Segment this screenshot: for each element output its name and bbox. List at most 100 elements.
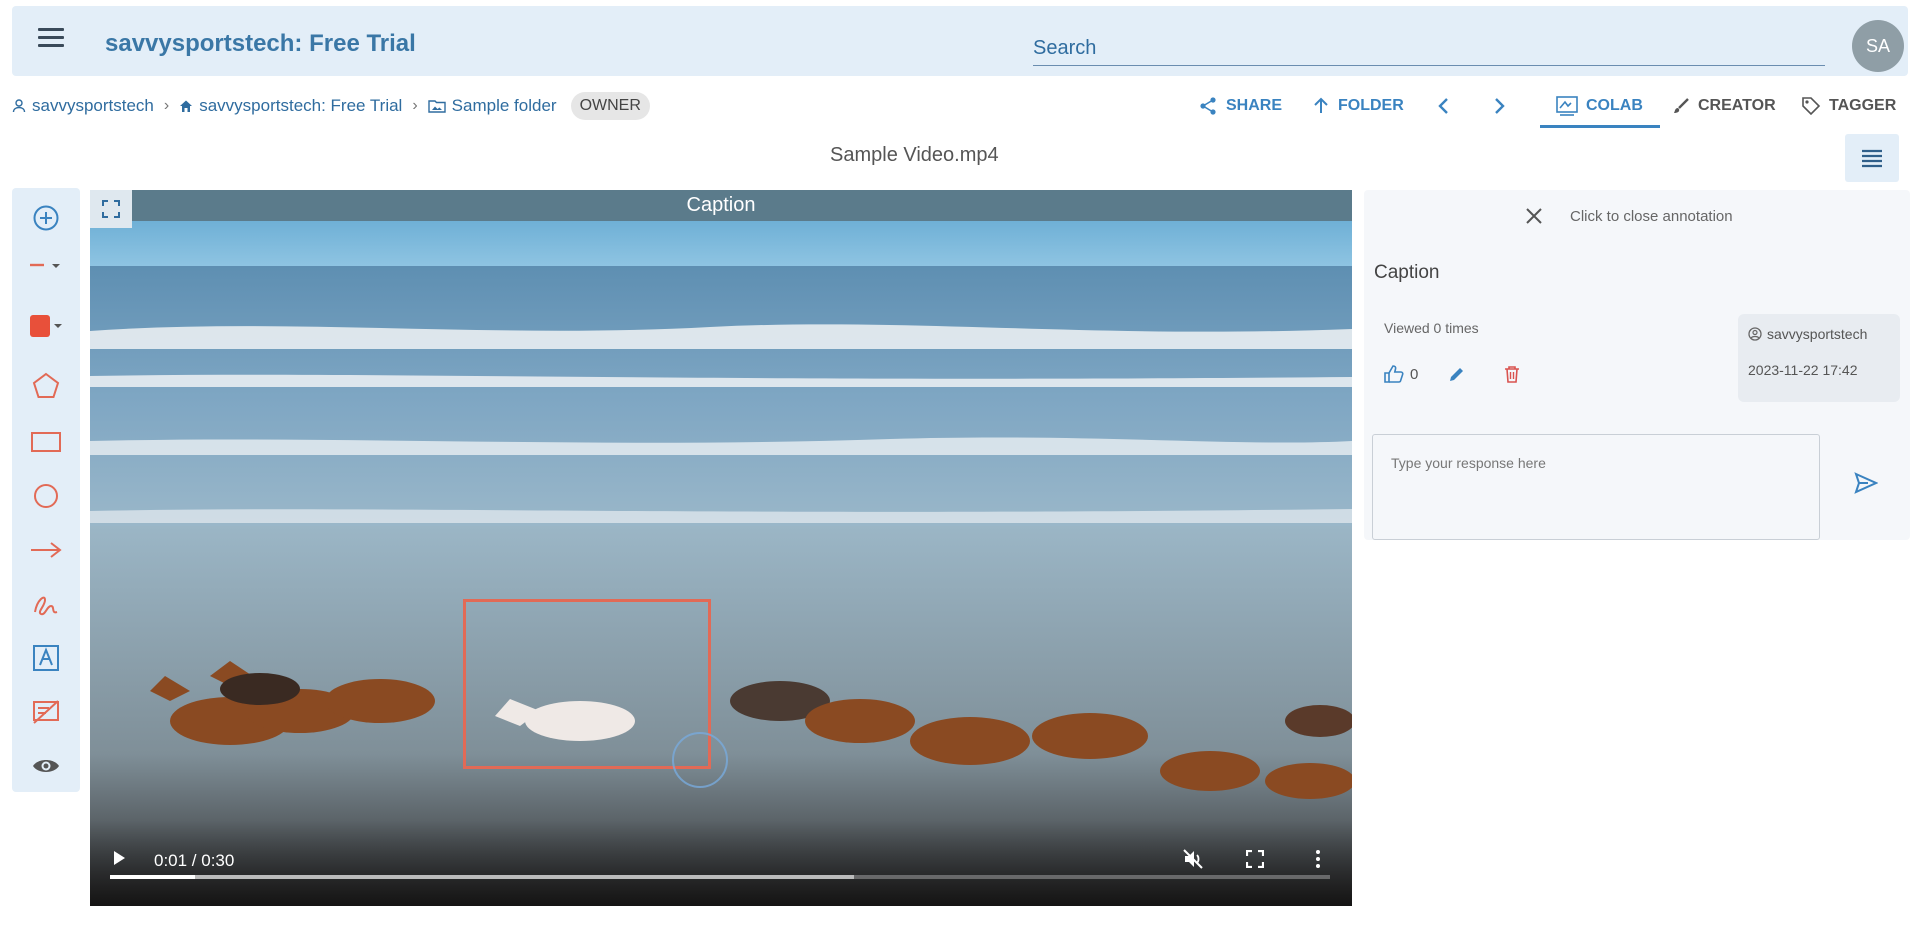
thumb-up-icon — [1384, 365, 1404, 383]
folder-image-icon — [427, 100, 446, 113]
view-count: Viewed 0 times — [1384, 320, 1479, 336]
video-controls: 0:01 / 0:30 — [90, 820, 1352, 906]
eye-icon — [33, 760, 59, 772]
owner-badge: OWNER — [570, 92, 650, 120]
arrow-up-icon — [1314, 97, 1328, 113]
text-box-icon — [33, 645, 59, 671]
rectangle-icon — [31, 432, 61, 452]
list-icon — [1862, 149, 1882, 168]
send-button[interactable] — [1854, 472, 1879, 499]
avatar[interactable]: SA — [1852, 20, 1904, 72]
tab-creator[interactable]: CREATOR — [1672, 92, 1776, 120]
search-box — [1033, 32, 1825, 66]
cursor-highlight — [672, 732, 728, 788]
home-icon — [180, 100, 193, 112]
reply-input[interactable] — [1372, 434, 1820, 540]
share-label: SHARE — [1226, 97, 1283, 114]
colab-icon — [1556, 96, 1578, 116]
top-app-bar: savvysportstech: Free Trial SA — [12, 6, 1908, 76]
folder-button[interactable]: FOLDER — [1312, 92, 1404, 120]
breadcrumb-label: savvysportstech: Free Trial — [199, 96, 403, 115]
send-icon — [1854, 472, 1879, 494]
tagger-label: TAGGER — [1829, 97, 1897, 114]
folder-label: FOLDER — [1338, 97, 1404, 114]
play-button[interactable] — [108, 846, 130, 870]
rectangle-annotation[interactable] — [463, 599, 711, 769]
fullscreen-icon — [102, 200, 120, 218]
caption-bar: Caption — [90, 190, 1352, 221]
app-title[interactable]: savvysportstech: Free Trial — [105, 30, 416, 58]
edit-icon — [1450, 368, 1464, 381]
account-circle-icon — [1748, 327, 1762, 341]
arrow-icon — [31, 542, 62, 558]
delete-button[interactable] — [1504, 365, 1520, 383]
line-style-tool[interactable] — [12, 244, 80, 288]
breadcrumb-folder[interactable]: Sample folder — [427, 96, 557, 116]
file-title: Sample Video.mp4 — [830, 144, 999, 166]
tag-icon — [1802, 97, 1821, 116]
volume-off-icon — [1183, 849, 1203, 869]
video-frame — [90, 221, 1352, 906]
tab-colab[interactable]: COLAB — [1556, 92, 1643, 120]
polygon-tool[interactable] — [12, 364, 80, 408]
played-bar — [110, 875, 196, 879]
line-style-icon — [30, 263, 60, 268]
color-tool[interactable] — [12, 304, 80, 348]
share-icon — [1200, 97, 1216, 115]
close-annotation-button[interactable]: Click to close annotation — [1524, 206, 1733, 226]
text-tool[interactable] — [12, 636, 80, 680]
like-button[interactable]: 0 — [1384, 365, 1418, 383]
polygon-icon — [32, 372, 60, 398]
author-label: savvysportstech — [1767, 326, 1868, 342]
hide-annotations-tool[interactable] — [12, 690, 80, 734]
add-annotation-tool[interactable] — [12, 196, 80, 240]
annotation-panel: Click to close annotation Caption Viewed… — [1364, 190, 1910, 540]
circle-icon — [34, 484, 58, 508]
buffered-bar — [110, 875, 855, 879]
hide-annotations-icon — [33, 700, 59, 724]
author-card: savvysportstech 2023-11-22 17:42 — [1738, 314, 1900, 402]
close-icon — [1526, 208, 1542, 224]
share-button[interactable]: SHARE — [1198, 92, 1282, 120]
more-vert-icon — [1316, 850, 1320, 868]
annotation-title: Caption — [1374, 262, 1440, 283]
expand-view-button[interactable] — [90, 190, 132, 228]
delete-icon — [1505, 366, 1520, 383]
menu-icon[interactable] — [38, 28, 64, 50]
annotation-actions: 0 — [1384, 365, 1520, 383]
close-label: Click to close annotation — [1570, 207, 1733, 225]
breadcrumb-user[interactable]: savvysportstech — [12, 96, 154, 116]
breadcrumb-label: savvysportstech — [32, 96, 154, 115]
chevron-right-icon — [1495, 98, 1505, 114]
previous-button[interactable] — [1436, 92, 1452, 120]
search-input[interactable] — [1033, 32, 1825, 65]
person-icon — [12, 99, 26, 113]
breadcrumb: savvysportstech › savvysportstech: Free … — [12, 92, 650, 120]
fullscreen-icon — [1246, 850, 1264, 868]
visibility-tool[interactable] — [12, 744, 80, 788]
annotation-toolbar — [12, 188, 80, 792]
more-options-button[interactable] — [1312, 846, 1324, 872]
fullscreen-button[interactable] — [1244, 848, 1266, 870]
creator-label: CREATOR — [1698, 97, 1776, 114]
colab-label: COLAB — [1586, 97, 1643, 114]
list-view-button[interactable] — [1845, 134, 1899, 182]
freehand-tool[interactable] — [12, 582, 80, 626]
mute-button[interactable] — [1180, 846, 1206, 872]
breadcrumb-label: Sample folder — [451, 96, 557, 115]
circle-tool[interactable] — [12, 474, 80, 518]
breadcrumb-project[interactable]: savvysportstech: Free Trial — [179, 96, 402, 116]
rectangle-tool[interactable] — [12, 420, 80, 464]
add-circle-icon — [33, 205, 59, 231]
next-button[interactable] — [1491, 92, 1507, 120]
video-progress-bar[interactable] — [110, 875, 1330, 879]
time-display: 0:01 / 0:30 — [154, 851, 235, 870]
color-swatch-icon — [30, 315, 62, 337]
edit-button[interactable] — [1448, 365, 1466, 383]
author-name: savvysportstech — [1748, 326, 1867, 342]
active-tab-indicator — [1540, 125, 1660, 128]
tab-tagger[interactable]: TAGGER — [1801, 92, 1896, 120]
play-icon — [114, 851, 125, 865]
video-player[interactable]: Caption 0:01 / 0:30 — [90, 190, 1352, 906]
arrow-tool[interactable] — [12, 528, 80, 572]
